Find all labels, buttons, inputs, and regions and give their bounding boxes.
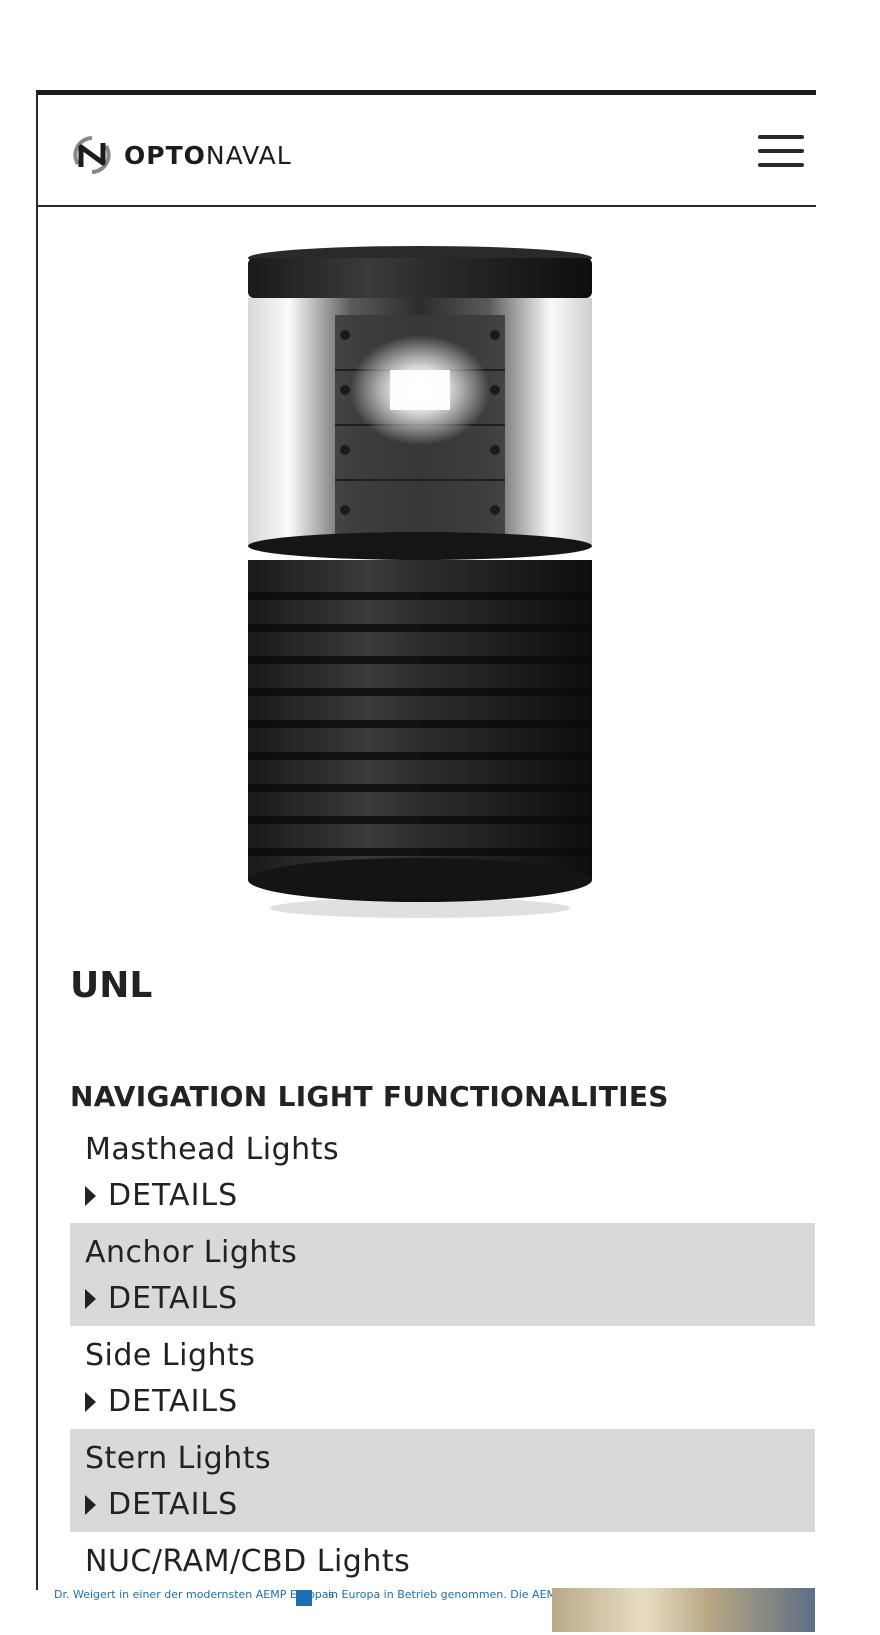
- caret-right-icon: [85, 1288, 96, 1309]
- product-title: UNL: [70, 965, 153, 1006]
- navigation-light-product-image: [248, 246, 592, 918]
- site-header: OPTONAVAL: [38, 95, 816, 207]
- site-logo[interactable]: OPTONAVAL: [72, 135, 292, 175]
- list-item: Stern Lights DETAILS: [70, 1429, 815, 1532]
- functionality-name: Masthead Lights: [85, 1132, 340, 1167]
- details-label: DETAILS: [108, 1384, 239, 1419]
- list-item: Masthead Lights DETAILS: [70, 1120, 815, 1223]
- functionality-name: Anchor Lights: [85, 1235, 298, 1270]
- news-snippet-left[interactable]: Dr. Weigert in einer der modernsten AEMP…: [54, 1588, 334, 1601]
- caret-right-icon: [85, 1185, 96, 1206]
- optonaval-logo-icon: [73, 136, 111, 174]
- bottom-news-strip: Dr. Weigert in einer der modernsten AEMP…: [40, 1588, 815, 1632]
- list-item: Anchor Lights DETAILS: [70, 1223, 815, 1326]
- functionality-name: Stern Lights: [85, 1441, 272, 1476]
- details-toggle[interactable]: DETAILS: [85, 1178, 800, 1213]
- details-toggle[interactable]: DETAILS: [85, 1281, 800, 1316]
- caret-right-icon: [85, 1391, 96, 1412]
- news-thumbnail-image[interactable]: [552, 1588, 815, 1632]
- details-toggle[interactable]: DETAILS: [85, 1487, 800, 1522]
- news-marker-icon: [296, 1590, 312, 1606]
- details-label: DETAILS: [108, 1487, 239, 1522]
- functionalities-list: Masthead Lights DETAILS Anchor Lights DE…: [70, 1120, 815, 1635]
- caret-right-icon: [85, 1494, 96, 1515]
- list-item: Side Lights DETAILS: [70, 1326, 815, 1429]
- details-label: DETAILS: [108, 1178, 239, 1213]
- details-label: DETAILS: [108, 1281, 239, 1316]
- functionalities-heading: NAVIGATION LIGHT FUNCTIONALITIES: [70, 1080, 669, 1113]
- functionality-name: NUC/RAM/CBD Lights: [85, 1544, 411, 1579]
- details-toggle[interactable]: DETAILS: [85, 1384, 800, 1419]
- logo-wordmark: OPTONAVAL: [124, 140, 292, 170]
- functionality-name: Side Lights: [85, 1338, 256, 1373]
- news-snippet-middle[interactable]: in Europa in Betrieb genommen. Die AEMP: [328, 1588, 563, 1601]
- hamburger-menu-icon[interactable]: [758, 135, 804, 169]
